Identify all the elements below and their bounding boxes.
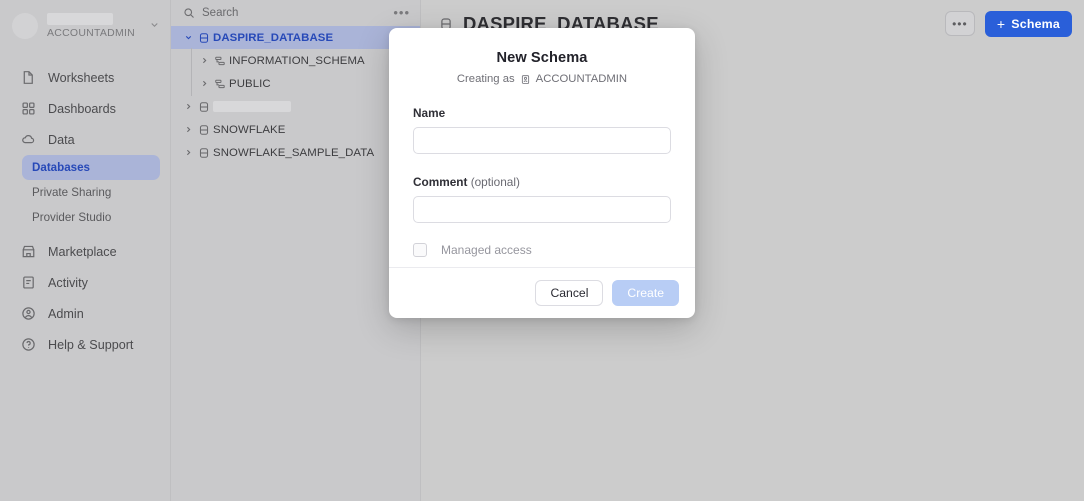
sidebar-item-databases[interactable]: Databases — [22, 155, 160, 180]
header-overflow-button[interactable]: ••• — [944, 11, 975, 36]
cloud-icon — [20, 132, 36, 148]
managed-access-row[interactable]: Managed access — [413, 243, 671, 257]
store-icon — [20, 244, 36, 260]
sidebar-item-help-support[interactable]: Help & Support — [10, 329, 160, 360]
left-navigation: ACCOUNTADMIN Worksheets Dashboards Data … — [0, 0, 171, 501]
sidebar-subitem-label: Private Sharing — [32, 186, 112, 199]
chevron-down-icon[interactable] — [181, 33, 195, 42]
sidebar-item-provider-studio[interactable]: Provider Studio — [22, 205, 160, 230]
comment-field-group: Comment (optional) — [413, 175, 671, 223]
sidebar-item-activity[interactable]: Activity — [10, 267, 160, 298]
sidebar-item-label: Data — [48, 132, 75, 147]
sidebar-subitem-label: Provider Studio — [32, 211, 112, 224]
avatar — [12, 13, 38, 39]
comment-optional-text: (optional) — [470, 175, 520, 189]
chevron-down-icon — [149, 19, 160, 33]
tree-row-snowflake-sample-data[interactable]: SNOWFLAKE_SAMPLE_DATA — [171, 141, 420, 164]
chevron-right-icon[interactable] — [197, 56, 211, 65]
database-icon — [195, 124, 213, 136]
sidebar-item-dashboards[interactable]: Dashboards — [10, 93, 160, 124]
dialog-subtitle-role: ACCOUNTADMIN — [535, 73, 628, 85]
chevron-right-icon[interactable] — [181, 148, 195, 157]
dialog-subtitle: Creating as ACCOUNTADMIN — [413, 73, 671, 85]
name-field-group: Name — [413, 106, 671, 154]
database-icon — [195, 32, 213, 44]
tree-row-label-redacted — [213, 101, 291, 112]
sidebar-subitem-label: Databases — [32, 161, 91, 174]
search-input[interactable]: Search — [202, 7, 386, 19]
account-role-label: ACCOUNTADMIN — [47, 27, 135, 39]
tree-overflow-button[interactable]: ••• — [393, 6, 410, 19]
tree-row-label: SNOWFLAKE — [213, 123, 286, 136]
grid-icon — [20, 101, 36, 117]
list-icon — [20, 275, 36, 291]
tree-row-label: SNOWFLAKE_SAMPLE_DATA — [213, 146, 375, 159]
chevron-right-icon[interactable] — [197, 79, 211, 88]
name-input[interactable] — [413, 127, 671, 154]
sidebar-item-label: Worksheets — [48, 70, 115, 85]
cancel-button[interactable]: Cancel — [535, 280, 604, 306]
comment-label: Comment (optional) — [413, 175, 671, 189]
database-icon — [195, 101, 213, 113]
name-label: Name — [413, 106, 446, 120]
badge-icon — [20, 306, 36, 322]
tree-toolbar: Search ••• — [171, 0, 420, 26]
tree-row-public[interactable]: PUBLIC — [171, 71, 420, 96]
dialog-body: New Schema Creating as ACCOUNTADMIN Name… — [389, 28, 695, 267]
tree-row-snowflake[interactable]: SNOWFLAKE — [171, 118, 420, 141]
schema-icon — [211, 78, 229, 90]
tree-row-label: INFORMATION_SCHEMA — [229, 54, 365, 67]
dialog-title: New Schema — [496, 50, 588, 66]
sidebar-item-data[interactable]: Data — [10, 124, 160, 155]
sidebar-item-private-sharing[interactable]: Private Sharing — [22, 180, 160, 205]
add-schema-button[interactable]: + Schema — [984, 10, 1072, 37]
dialog-footer: Cancel Create — [389, 267, 695, 318]
search-icon — [183, 7, 195, 19]
sidebar-item-marketplace[interactable]: Marketplace — [10, 236, 160, 267]
comment-label-text: Comment — [413, 175, 468, 189]
comment-input[interactable] — [413, 196, 671, 223]
new-schema-dialog: New Schema Creating as ACCOUNTADMIN Name… — [389, 28, 695, 318]
chevron-right-icon[interactable] — [181, 125, 195, 134]
tree-row-daspire-database[interactable]: DASPIRE_DATABASE — [171, 26, 420, 49]
managed-access-label: Managed access — [441, 243, 532, 257]
account-name-redacted — [47, 13, 113, 25]
account-switcher[interactable]: ACCOUNTADMIN — [0, 0, 170, 52]
document-icon — [20, 70, 36, 86]
sidebar-item-label: Admin — [48, 306, 84, 321]
database-icon — [195, 147, 213, 159]
role-badge-icon — [520, 74, 531, 85]
chevron-right-icon[interactable] — [181, 102, 195, 111]
managed-access-checkbox[interactable] — [413, 243, 427, 257]
create-button[interactable]: Create — [612, 280, 679, 306]
sidebar-item-label: Marketplace — [48, 244, 117, 259]
question-circle-icon — [20, 337, 36, 353]
sidebar-item-label: Dashboards — [48, 101, 116, 116]
sidebar-item-worksheets[interactable]: Worksheets — [10, 62, 160, 93]
sidebar-item-admin[interactable]: Admin — [10, 298, 160, 329]
plus-icon: + — [996, 15, 1006, 32]
creating-as-label: Creating as — [456, 73, 515, 85]
database-tree-panel: Search ••• DASPIRE_DATABASE INFORMATION_… — [171, 0, 421, 501]
tree-row-label: DASPIRE_DATABASE — [213, 31, 334, 44]
tree-row-information-schema[interactable]: INFORMATION_SCHEMA — [171, 48, 420, 73]
app-root: ACCOUNTADMIN Worksheets Dashboards Data … — [0, 0, 1084, 501]
sidebar-item-label: Help & Support — [48, 337, 134, 352]
tree-row-redacted-database[interactable] — [171, 95, 420, 118]
account-text: ACCOUNTADMIN — [47, 13, 140, 39]
nav-list: Worksheets Dashboards Data Databases Pri… — [0, 52, 170, 360]
add-schema-label: Schema — [1011, 16, 1060, 31]
sidebar-item-label: Activity — [48, 275, 88, 290]
tree-row-label: PUBLIC — [229, 77, 271, 90]
schema-icon — [211, 55, 229, 67]
